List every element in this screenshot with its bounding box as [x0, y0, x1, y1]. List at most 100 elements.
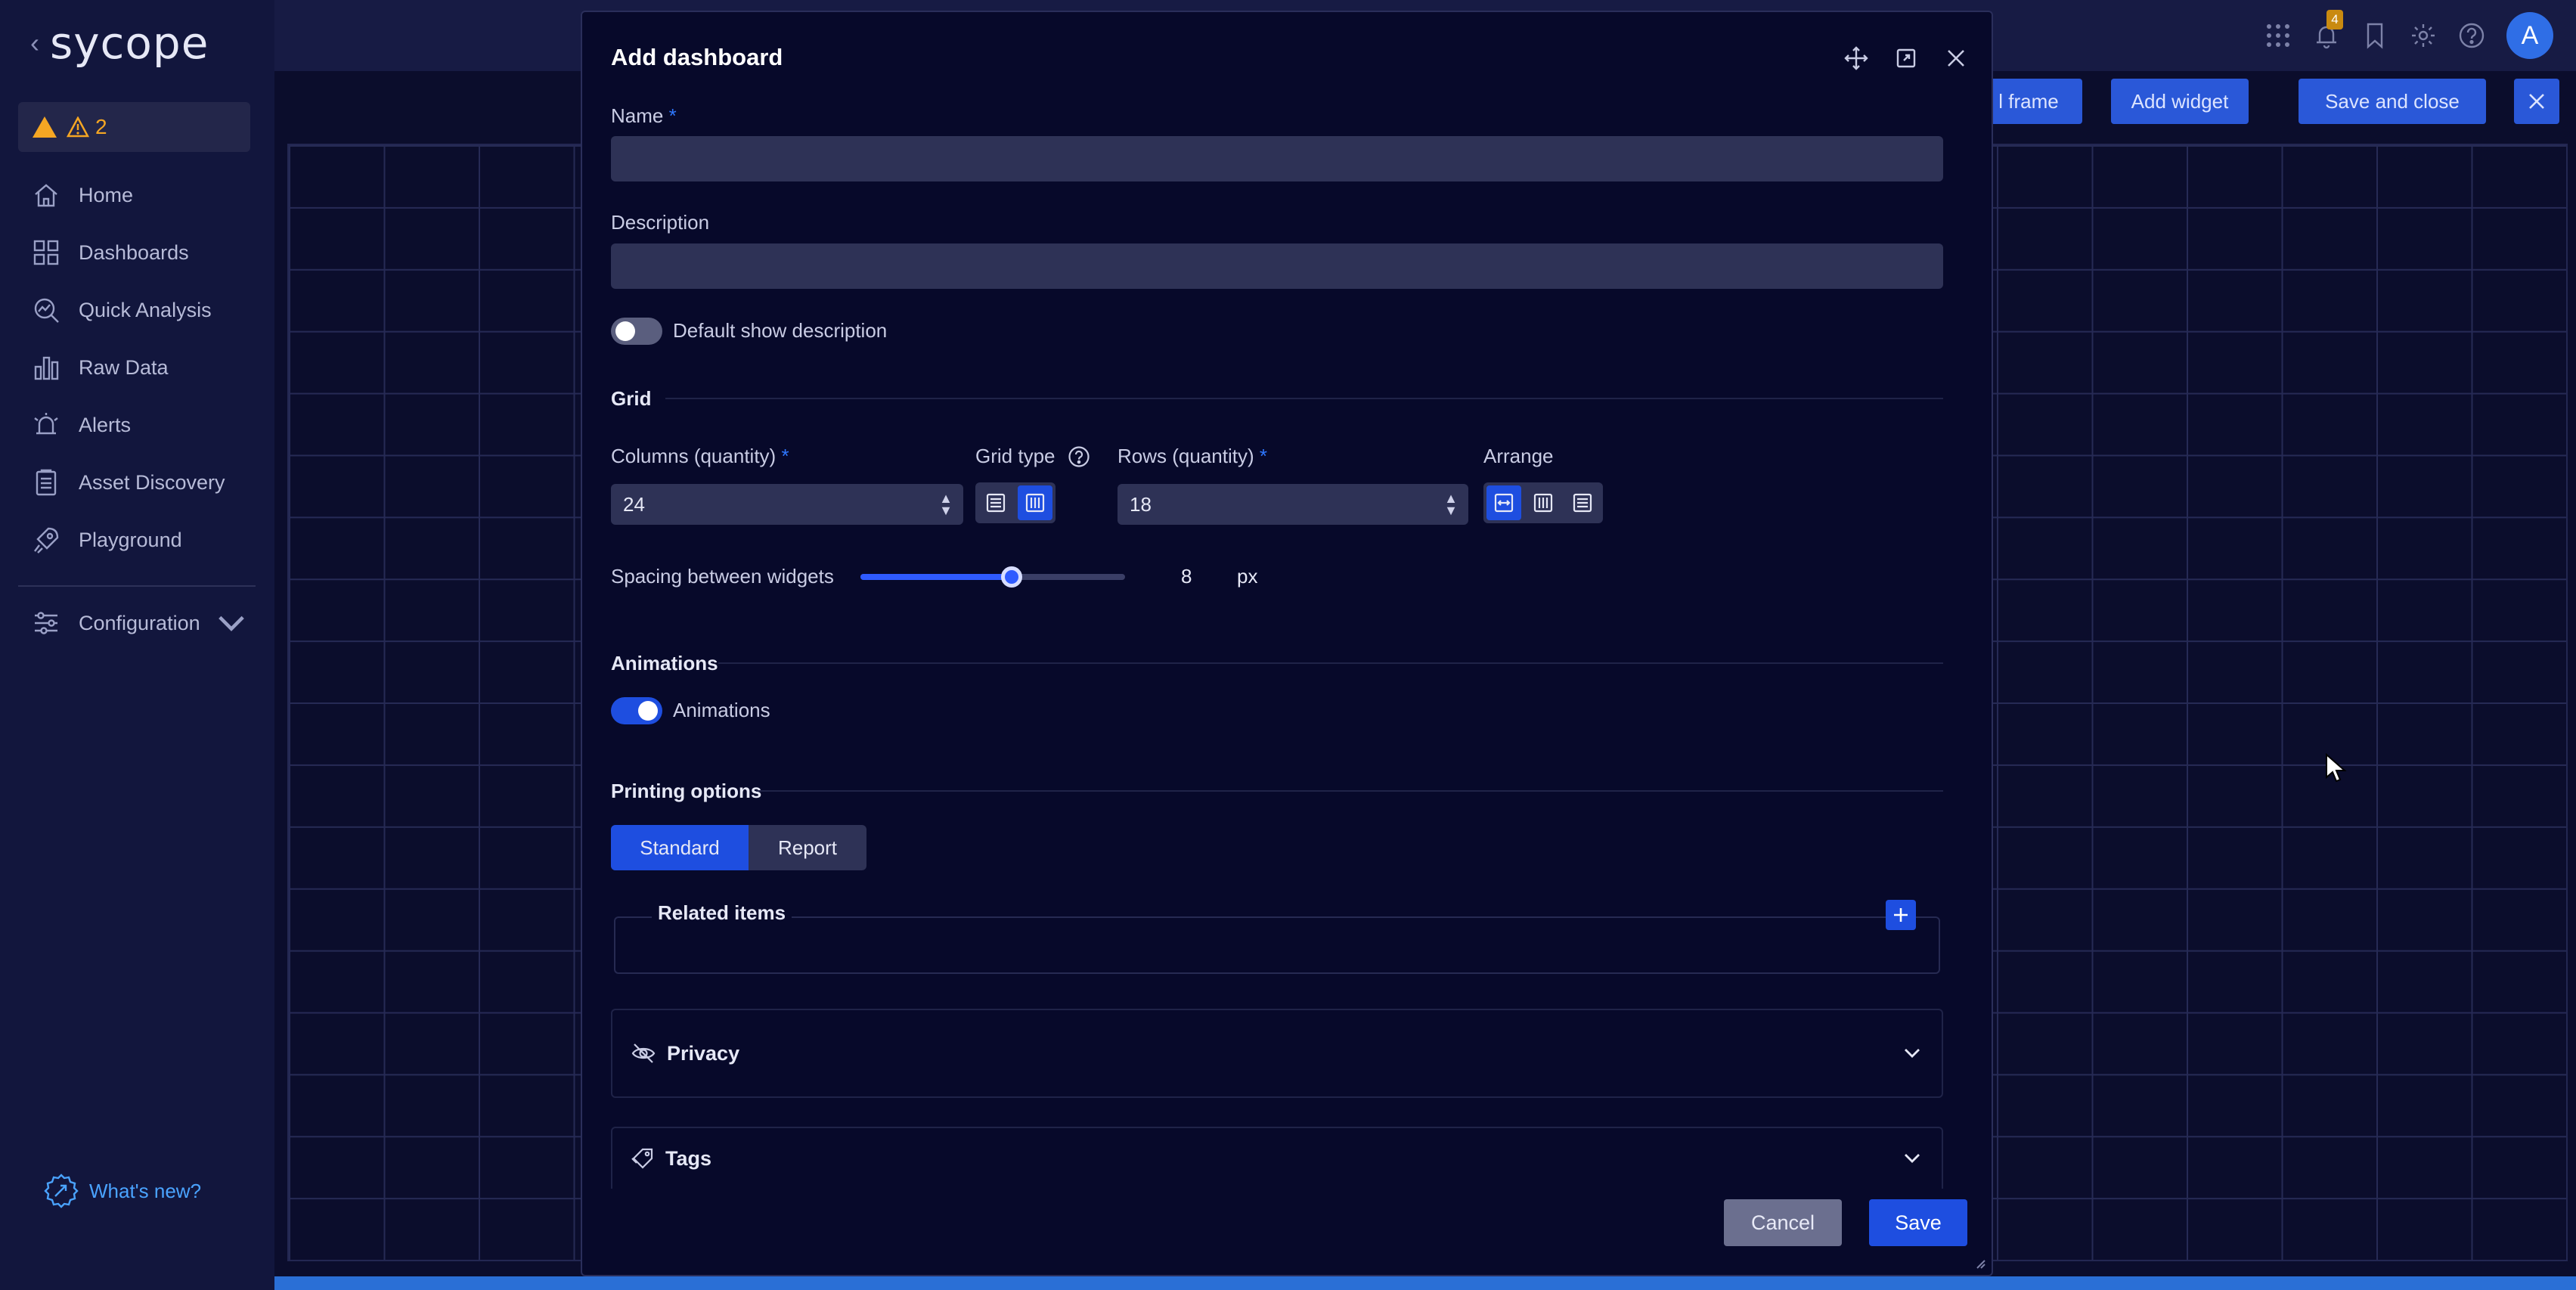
close-editor-button[interactable] — [2514, 79, 2559, 124]
privacy-accordion[interactable]: Privacy — [611, 1009, 1943, 1098]
rows-label: Rows (quantity) * — [1118, 445, 1267, 468]
spacing-label: Spacing between widgets — [611, 565, 834, 588]
logo-text: sycope — [50, 17, 209, 69]
sidebar-item-alerts[interactable]: Alerts — [0, 396, 274, 454]
arrange-horizontal-button[interactable] — [1486, 485, 1521, 520]
description-label: Description — [611, 211, 710, 234]
resize-handle-icon[interactable] — [1973, 1257, 1985, 1269]
arrange-horizontal-icon — [1494, 493, 1514, 513]
help-circle-icon[interactable] — [1068, 445, 1090, 468]
stepper-arrows-icon[interactable]: ▲ ▼ — [1444, 492, 1458, 517]
sliders-icon — [35, 612, 57, 634]
toggle-knob — [638, 701, 658, 721]
rows-stepper[interactable]: 18 ▲ ▼ — [1118, 484, 1468, 525]
columns-layout-icon — [1025, 493, 1045, 513]
columns-label: Columns (quantity) * — [611, 445, 789, 468]
cancel-button[interactable]: Cancel — [1724, 1199, 1842, 1246]
save-and-close-button[interactable]: Save and close — [2299, 79, 2486, 124]
sidebar-item-raw-data[interactable]: Raw Data — [0, 339, 274, 396]
name-label: Name * — [611, 104, 677, 128]
logo[interactable]: ‹ sycope — [30, 17, 209, 70]
move-icon[interactable] — [1843, 45, 1869, 71]
sidebar-item-quick-analysis[interactable]: Quick Analysis — [0, 281, 274, 339]
save-button[interactable]: Save — [1869, 1199, 1967, 1246]
sidebar-item-home[interactable]: Home — [0, 166, 274, 224]
sidebar-item-label: Home — [79, 183, 134, 206]
add-widget-button[interactable]: Add widget — [2111, 79, 2249, 124]
sidebar-item-configuration[interactable]: Configuration — [0, 594, 274, 652]
apps-grid-icon[interactable] — [2264, 22, 2292, 49]
related-items-box — [614, 916, 1940, 974]
dashboards-icon — [33, 240, 59, 265]
arrange-toggle — [1483, 482, 1603, 523]
stepper-arrows-icon[interactable]: ▲ ▼ — [939, 492, 953, 517]
close-icon[interactable] — [1943, 45, 1969, 71]
spacing-value: 8 — [1181, 565, 1192, 588]
slider-handle[interactable] — [1000, 566, 1022, 588]
description-input[interactable] — [611, 243, 1943, 289]
spacing-unit: px — [1237, 565, 1258, 588]
user-avatar[interactable]: A — [2506, 12, 2553, 59]
notification-badge: 4 — [2326, 10, 2343, 29]
configuration-row[interactable]: Configuration — [0, 594, 274, 652]
sidebar-divider — [18, 585, 256, 587]
mouse-cursor-icon — [2326, 753, 2347, 783]
alert-bell-icon — [34, 413, 58, 435]
whats-new-icon — [44, 1174, 79, 1208]
required-marker: * — [781, 445, 789, 467]
bookmark-icon[interactable] — [2361, 22, 2388, 49]
alerts-summary[interactable]: 2 — [18, 102, 250, 152]
sidebar-item-playground[interactable]: Playground — [0, 511, 274, 569]
columns-stepper[interactable]: 24 ▲ ▼ — [611, 484, 963, 525]
sidebar-item-dashboards[interactable]: Dashboards — [0, 224, 274, 281]
columns-value: 24 — [623, 492, 645, 516]
printing-options-toggle: Standard Report — [611, 825, 866, 870]
quick-analysis-icon — [34, 298, 59, 323]
whats-new-label: What's new? — [89, 1179, 202, 1202]
rows-value: 18 — [1130, 492, 1152, 516]
add-dashboard-dialog: Add dashboard Name * Description Default… — [581, 11, 1993, 1276]
animations-label: Animations — [673, 699, 770, 721]
help-icon[interactable] — [2458, 22, 2485, 49]
printing-section-title: Printing options — [611, 780, 762, 802]
grid-type-label-text: Grid type — [975, 445, 1056, 467]
close-icon — [2529, 94, 2544, 109]
animations-toggle[interactable] — [611, 697, 662, 724]
sidebar-item-label: Alerts — [79, 413, 132, 436]
whats-new-link[interactable]: What's new? — [44, 1174, 201, 1208]
add-related-item-button[interactable] — [1886, 900, 1916, 930]
printing-report-button[interactable]: Report — [749, 825, 866, 870]
tags-accordion[interactable]: Tags — [611, 1127, 1943, 1189]
spacing-slider[interactable] — [860, 566, 1125, 588]
name-input[interactable] — [611, 136, 1943, 181]
required-marker: * — [668, 104, 677, 127]
warning-outline-icon — [67, 116, 89, 138]
back-chevron-icon[interactable]: ‹ — [30, 27, 39, 59]
related-items-label: Related items — [652, 901, 792, 925]
alert-count: 2 — [95, 115, 107, 138]
settings-gear-icon[interactable] — [2410, 22, 2437, 49]
grid-section-title: Grid — [611, 387, 652, 410]
default-show-description-toggle[interactable] — [611, 318, 662, 345]
chevron-down-icon — [1905, 1154, 1920, 1163]
arrange-rows-button[interactable] — [1565, 485, 1600, 520]
asset-discovery-icon — [36, 469, 57, 496]
default-show-description-label: Default show description — [673, 319, 888, 342]
rows-label-text: Rows (quantity) — [1118, 445, 1254, 467]
sidebar-item-label: Playground — [79, 528, 182, 551]
section-divider — [756, 790, 1943, 792]
rocket-icon — [34, 527, 59, 554]
animations-section-title: Animations — [611, 652, 718, 674]
arrange-columns-button[interactable] — [1526, 485, 1561, 520]
grid-type-rows-button[interactable] — [978, 485, 1013, 520]
chevron-down-icon — [1905, 1049, 1920, 1058]
sidebar-item-asset-discovery[interactable]: Asset Discovery — [0, 454, 274, 511]
grid-type-columns-button[interactable] — [1018, 485, 1052, 520]
plus-icon — [1894, 908, 1908, 922]
sidebar-nav: Home Dashboards Quick Analysis Raw Data … — [0, 166, 274, 569]
printing-standard-button[interactable]: Standard — [611, 825, 749, 870]
notifications-button[interactable]: 4 — [2313, 10, 2343, 49]
dialog-window-controls — [1843, 45, 1969, 71]
home-icon — [35, 184, 57, 207]
maximize-icon[interactable] — [1893, 45, 1919, 71]
